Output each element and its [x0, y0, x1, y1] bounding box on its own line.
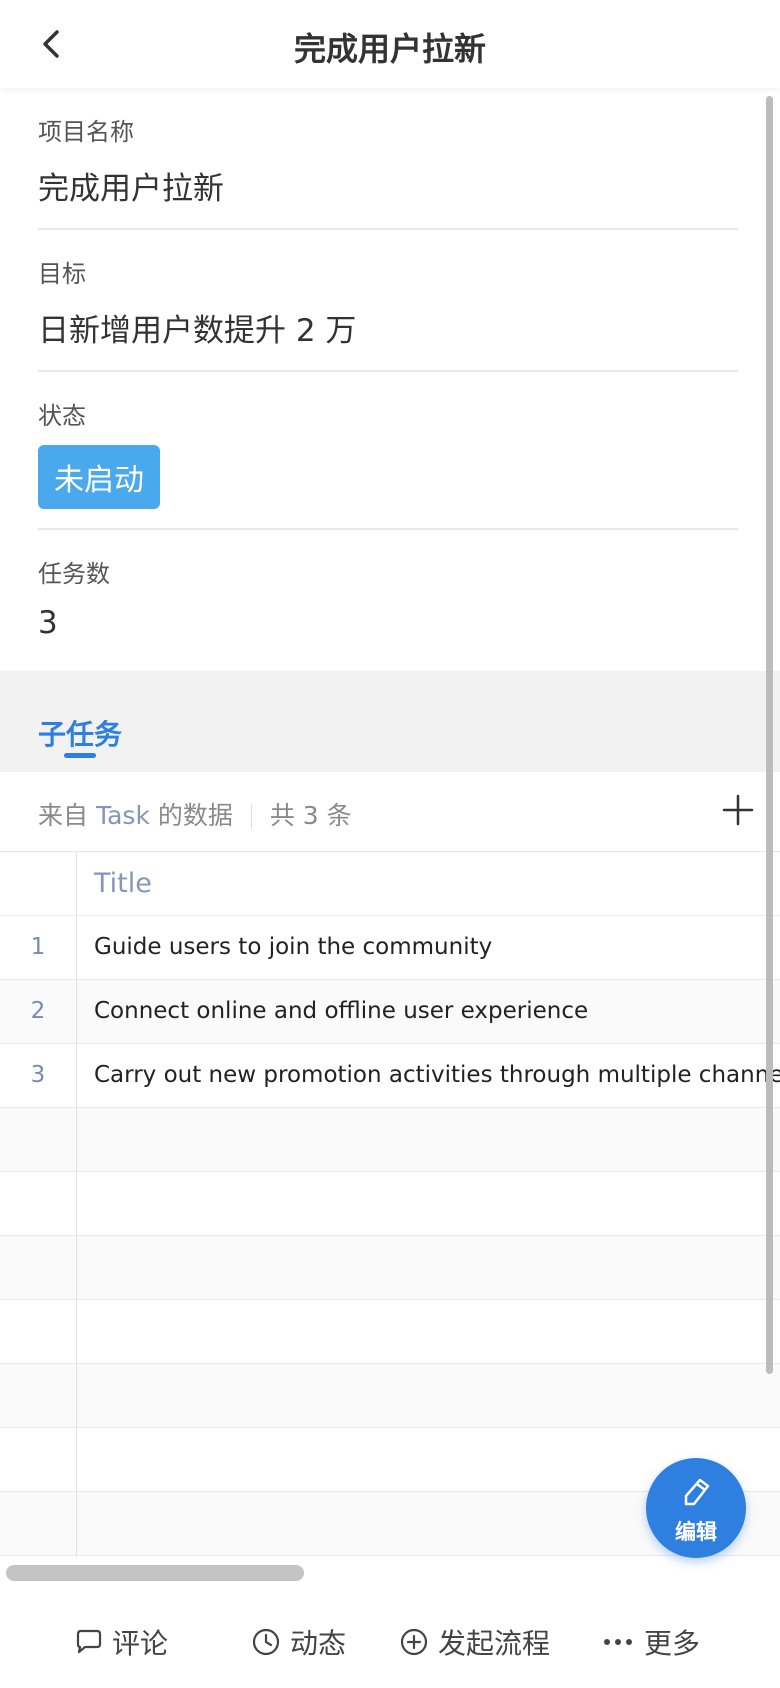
source-entity: Task: [95, 801, 150, 830]
status-field: 状态 未启动: [38, 396, 738, 509]
edit-fab-button[interactable]: 编辑: [646, 1458, 746, 1558]
top-nav-bar: 完成用户拉新: [0, 0, 780, 88]
goal-value: 日新增用户数提升 2 万: [38, 313, 357, 349]
activity-button[interactable]: 动态: [250, 1622, 346, 1662]
goal-label: 目标: [38, 260, 86, 288]
data-source-text: 来自 Task 的数据 共 3 条: [38, 796, 352, 832]
divider: [38, 528, 738, 530]
empty-row: [0, 1300, 780, 1364]
status-label: 状态: [38, 402, 86, 430]
divider: [38, 370, 738, 372]
task-count-label: 任务数: [38, 560, 110, 588]
source-suffix: 的数据: [157, 801, 233, 830]
goal-field: 目标 日新增用户数提升 2 万: [38, 254, 738, 350]
empty-row: [0, 1364, 780, 1428]
start-flow-label: 发起流程: [438, 1627, 551, 1660]
row-number: 2: [30, 998, 46, 1024]
empty-row: [0, 1172, 780, 1236]
chat-bubble-icon: [76, 1629, 102, 1654]
plus-circle-icon: [400, 1628, 428, 1656]
tabs-bar: 子任务: [0, 671, 780, 772]
more-dots-icon: [604, 1639, 632, 1645]
bottom-action-bar: 评论 动态 发起流程 更多: [0, 1588, 780, 1688]
row-number: 3: [30, 1062, 46, 1088]
add-record-button[interactable]: [718, 790, 758, 830]
more-button[interactable]: 更多: [602, 1622, 700, 1662]
empty-row: [0, 1236, 780, 1300]
horizontal-scrollbar[interactable]: [6, 1565, 304, 1581]
activity-label: 动态: [290, 1627, 347, 1660]
project-name-field: 项目名称 完成用户拉新: [38, 112, 738, 208]
table-header-row: Title: [0, 852, 780, 916]
row-number: 1: [30, 934, 46, 960]
task-count-value: 3: [38, 605, 58, 641]
tab-active-indicator: [64, 753, 96, 758]
row-title: Connect online and offline user experien…: [94, 998, 589, 1024]
vertical-scrollbar[interactable]: [766, 96, 773, 1374]
source-total: 共 3 条: [269, 801, 352, 830]
row-title: Carry out new promotion activities throu…: [94, 1062, 780, 1088]
project-name-label: 项目名称: [38, 118, 134, 146]
divider: [38, 228, 738, 230]
pencil-icon: [684, 1478, 710, 1506]
edit-label: 编辑: [675, 1520, 717, 1544]
comment-label: 评论: [112, 1627, 169, 1660]
tab-subtask[interactable]: 子任务: [38, 713, 122, 753]
task-count-field: 任务数 3: [38, 554, 738, 641]
start-flow-button[interactable]: 发起流程: [398, 1622, 550, 1662]
page-title: 完成用户拉新: [293, 30, 486, 68]
column-header-title[interactable]: Title: [94, 868, 152, 899]
more-label: 更多: [644, 1627, 701, 1660]
project-name-value: 完成用户拉新: [38, 171, 224, 207]
table-row[interactable]: 1 Guide users to join the community: [0, 916, 780, 980]
status-badge: 未启动: [38, 445, 160, 509]
row-title: Guide users to join the community: [94, 934, 493, 960]
table-row[interactable]: 3 Carry out new promotion activities thr…: [0, 1044, 780, 1108]
subtask-table: Title 1 Guide users to join the communit…: [0, 851, 780, 1557]
clock-icon: [252, 1628, 280, 1656]
plus-icon: [722, 794, 754, 826]
column-divider: [76, 852, 77, 1557]
comment-button[interactable]: 评论: [72, 1622, 168, 1662]
empty-row: [0, 1108, 780, 1172]
source-separator: [250, 805, 252, 829]
source-prefix: 来自: [38, 801, 89, 830]
table-row[interactable]: 2 Connect online and offline user experi…: [0, 980, 780, 1044]
data-source-row: 来自 Task 的数据 共 3 条: [0, 772, 780, 852]
